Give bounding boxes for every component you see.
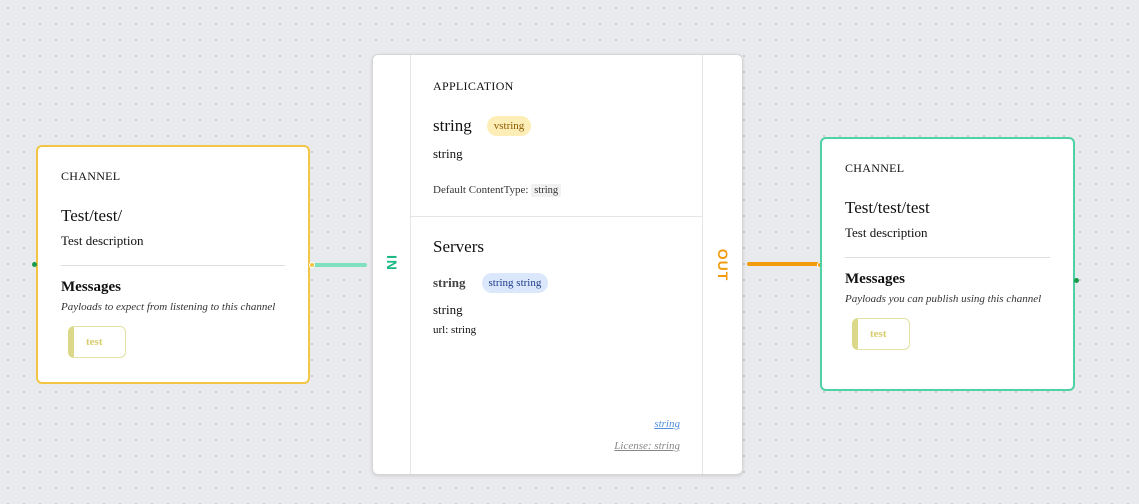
node-type-label: CHANNEL xyxy=(845,161,905,175)
source-handle[interactable] xyxy=(1074,278,1079,283)
channel-description: Test description xyxy=(61,233,144,248)
channel-node-subscribe[interactable]: CHANNEL Test/test/ Test description Mess… xyxy=(36,145,310,384)
servers-section: Servers string string string string url:… xyxy=(410,217,703,475)
messages-subtitle: Payloads you can publish using this chan… xyxy=(845,293,1042,305)
server-url: url: string xyxy=(433,324,477,336)
target-handle[interactable] xyxy=(32,262,37,267)
channel-node-publish[interactable]: CHANNEL Test/test/test Test description … xyxy=(820,137,1075,391)
source-handle[interactable] xyxy=(309,262,315,268)
terms-link[interactable]: string xyxy=(654,418,680,430)
messages-subtitle: Payloads to expect from listening to thi… xyxy=(61,301,276,313)
divider xyxy=(61,265,285,266)
version-badge: vstring xyxy=(486,116,532,136)
server-name: string xyxy=(433,275,466,290)
application-node[interactable]: IN APPLICATION string vstring string Def… xyxy=(372,54,743,475)
servers-title: Servers xyxy=(433,237,484,256)
in-label: IN xyxy=(383,254,400,271)
messages-title: Messages xyxy=(61,279,121,295)
content-type-label: Default ContentType: xyxy=(433,184,529,196)
protocol-badge: string string xyxy=(481,273,549,293)
node-type-label: APPLICATION xyxy=(433,79,514,93)
channel-description: Test description xyxy=(845,225,928,240)
in-column: IN xyxy=(373,55,411,474)
server-description: string xyxy=(433,302,463,317)
message-pill[interactable]: test xyxy=(852,318,910,350)
channel-name: Test/test/test xyxy=(845,198,930,217)
application-title: string xyxy=(433,116,472,135)
out-column: OUT xyxy=(702,55,742,474)
edge-channel-to-application xyxy=(312,263,367,267)
content-type-value: string xyxy=(531,184,562,197)
message-pill[interactable]: test xyxy=(68,326,126,358)
default-content-type: Default ContentType: string xyxy=(433,184,680,197)
license-link[interactable]: License: string xyxy=(614,440,680,452)
divider xyxy=(845,257,1050,258)
edge-application-to-channel xyxy=(747,262,819,266)
node-type-label: CHANNEL xyxy=(61,169,121,183)
messages-title: Messages xyxy=(845,271,905,287)
out-label: OUT xyxy=(714,248,731,281)
application-description: string xyxy=(433,146,463,161)
channel-name: Test/test/ xyxy=(61,206,123,225)
